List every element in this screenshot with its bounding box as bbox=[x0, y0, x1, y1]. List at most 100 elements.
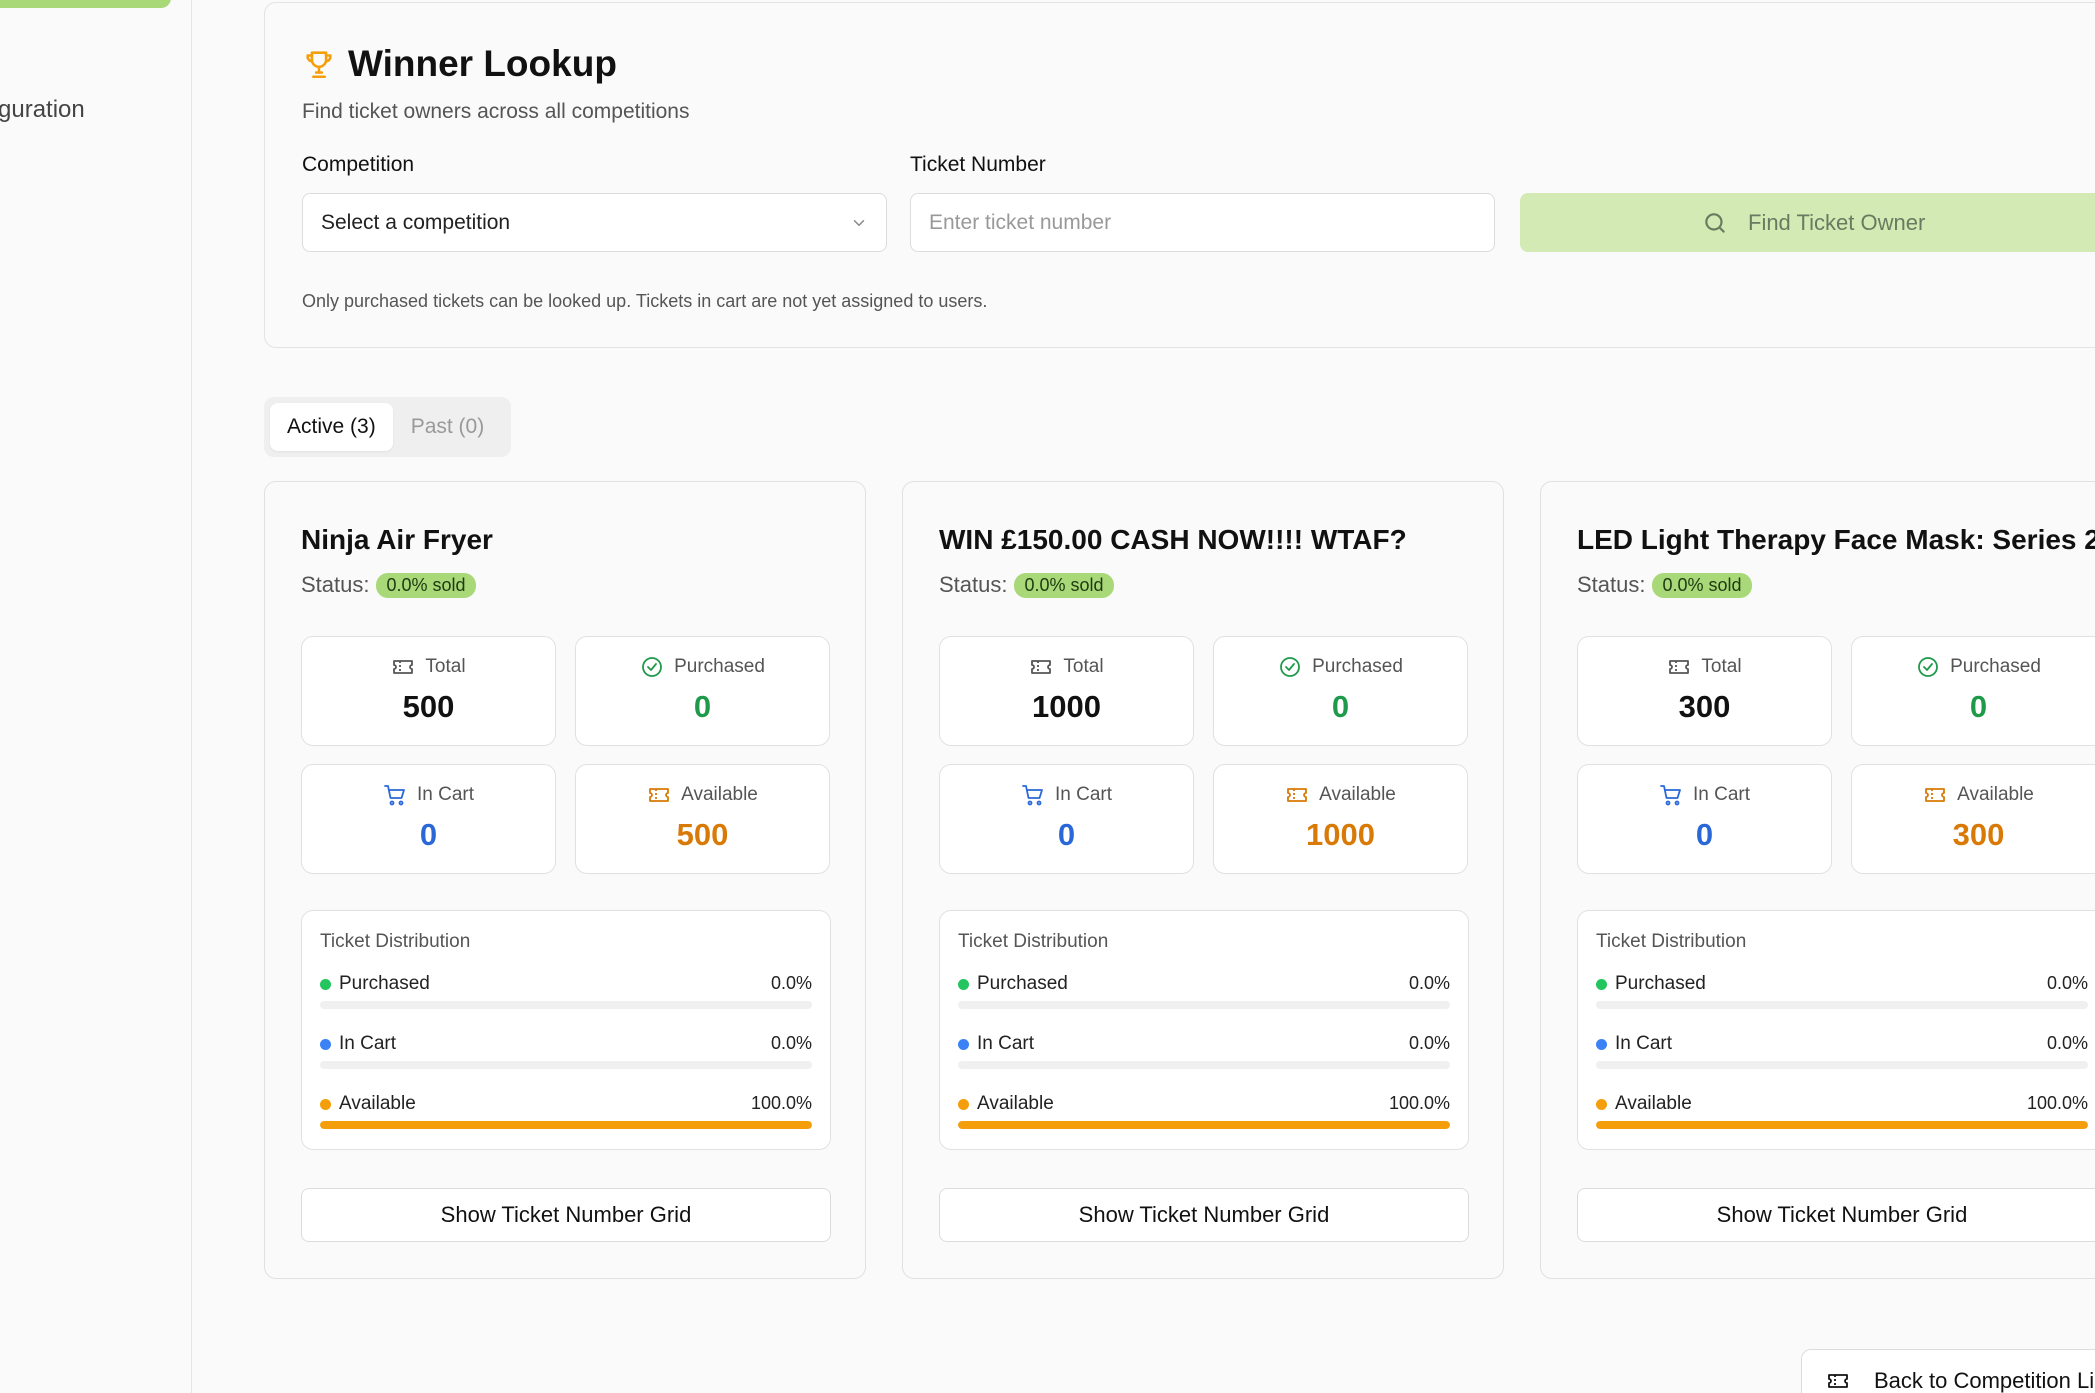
distribution-row-purchased: Purchased 0.0% bbox=[958, 973, 1450, 1013]
ticket-distribution: Ticket Distribution Purchased 0.0% In Ca… bbox=[1577, 910, 2095, 1150]
purchased-dot bbox=[958, 978, 969, 990]
page-subtitle: Find ticket owners across all competitio… bbox=[302, 100, 690, 123]
sidebar: guration bbox=[0, 0, 192, 1393]
in-cart-dot bbox=[320, 1038, 331, 1050]
stat-purchased-label: Purchased bbox=[674, 656, 765, 677]
tab-past[interactable]: Past (0) bbox=[393, 403, 502, 451]
lookup-note: Only purchased tickets can be looked up.… bbox=[302, 291, 988, 311]
stat-in-cart-label: In Cart bbox=[1692, 784, 1751, 805]
distribution-percent: 0.0% bbox=[2046, 973, 2088, 993]
available-dot bbox=[320, 1098, 331, 1110]
status-badge: 0.0% sold bbox=[1652, 572, 1752, 598]
distribution-row-purchased: Purchased 0.0% bbox=[320, 973, 812, 1013]
progress-fill-available bbox=[958, 1121, 1450, 1129]
ticket-icon bbox=[649, 788, 670, 802]
available-dot bbox=[1596, 1098, 1607, 1110]
progress-track bbox=[958, 1001, 1450, 1009]
back-button-label: Back to Competition Li bbox=[1874, 1368, 2095, 1393]
progress-track bbox=[320, 1121, 812, 1129]
stat-available-value: 1000 bbox=[1306, 817, 1375, 852]
purchased-dot bbox=[320, 978, 331, 990]
stat-in-cart-value: 0 bbox=[419, 817, 438, 852]
ticket-icon bbox=[1828, 1374, 1848, 1388]
in-cart-dot bbox=[958, 1038, 969, 1050]
available-dot bbox=[958, 1098, 969, 1110]
find-ticket-owner-label: Find Ticket Owner bbox=[1748, 209, 1926, 235]
stat-available-label: Available bbox=[1319, 784, 1396, 805]
progress-fill-available bbox=[1596, 1121, 2088, 1129]
ticket-icon bbox=[1031, 660, 1052, 674]
ticket-icon bbox=[393, 660, 414, 674]
ticket-number-input[interactable] bbox=[910, 193, 1495, 252]
progress-fill-available bbox=[320, 1121, 812, 1129]
show-ticket-grid-button[interactable]: Show Ticket Number Grid bbox=[1577, 1188, 2095, 1242]
distribution-label: Available bbox=[977, 1093, 1054, 1114]
stat-in-cart-label: In Cart bbox=[416, 784, 475, 805]
distribution-row-purchased: Purchased 0.0% bbox=[1596, 973, 2088, 1013]
stat-total-label: Total bbox=[425, 656, 466, 677]
ticket-icon bbox=[1287, 788, 1308, 802]
progress-track bbox=[958, 1061, 1450, 1069]
winner-lookup-panel: Winner Lookup Find ticket owners across … bbox=[264, 2, 2095, 348]
sidebar-active-item[interactable] bbox=[0, 0, 171, 8]
competition-label: Competition bbox=[302, 153, 415, 176]
stat-total: Total 300 bbox=[1577, 636, 1832, 746]
distribution-label: In Cart bbox=[339, 1033, 397, 1054]
distribution-label: Purchased bbox=[339, 973, 430, 994]
show-ticket-grid-button[interactable]: Show Ticket Number Grid bbox=[301, 1188, 831, 1242]
stat-in-cart: In Cart 0 bbox=[1577, 764, 1832, 874]
stat-purchased-value: 0 bbox=[693, 689, 712, 724]
search-icon bbox=[1705, 212, 1725, 233]
distribution-label: Available bbox=[1615, 1093, 1692, 1114]
back-to-competitions-button[interactable]: Back to Competition Li bbox=[1801, 1349, 2095, 1393]
sidebar-item-configuration[interactable]: guration bbox=[0, 96, 85, 124]
competition-select[interactable]: Select a competition bbox=[302, 193, 887, 252]
check-circle-icon bbox=[1280, 657, 1300, 677]
stat-in-cart: In Cart 0 bbox=[301, 764, 556, 874]
chevron-down-icon bbox=[853, 220, 865, 226]
ticket-icon bbox=[1669, 660, 1690, 674]
stat-purchased: Purchased 0 bbox=[1851, 636, 2095, 746]
show-ticket-grid-button[interactable]: Show Ticket Number Grid bbox=[939, 1188, 1469, 1242]
distribution-label: Purchased bbox=[977, 973, 1068, 994]
ticket-icon bbox=[1925, 788, 1946, 802]
progress-track bbox=[1596, 1001, 2088, 1009]
status-row: Status: 0.0% sold bbox=[301, 572, 476, 598]
distribution-percent: 100.0% bbox=[750, 1093, 812, 1113]
stat-purchased-value: 0 bbox=[1969, 689, 1988, 724]
stat-total: Total 1000 bbox=[939, 636, 1194, 746]
distribution-title: Ticket Distribution bbox=[320, 931, 471, 952]
cart-icon bbox=[1660, 785, 1681, 806]
distribution-row-in-cart: In Cart 0.0% bbox=[1596, 1033, 2088, 1073]
stat-available-value: 500 bbox=[676, 817, 729, 852]
stat-total-value: 500 bbox=[402, 689, 455, 724]
status-badge: 0.0% sold bbox=[1014, 572, 1114, 598]
check-circle-icon bbox=[642, 657, 662, 677]
distribution-label: Available bbox=[339, 1093, 416, 1114]
stat-total-value: 300 bbox=[1678, 689, 1731, 724]
purchased-dot bbox=[1596, 978, 1607, 990]
tab-active[interactable]: Active (3) bbox=[270, 403, 393, 451]
ticket-distribution: Ticket Distribution Purchased 0.0% In Ca… bbox=[301, 910, 831, 1150]
find-ticket-owner-button[interactable]: Find Ticket Owner bbox=[1520, 193, 2095, 252]
stat-in-cart-value: 0 bbox=[1057, 817, 1076, 852]
progress-track bbox=[320, 1001, 812, 1009]
stat-in-cart-value: 0 bbox=[1695, 817, 1714, 852]
distribution-title: Ticket Distribution bbox=[958, 931, 1109, 952]
competition-card: LED Light Therapy Face Mask: Series 2 St… bbox=[1540, 481, 2095, 1279]
competition-select-value: Select a competition bbox=[321, 210, 511, 234]
distribution-label: In Cart bbox=[977, 1033, 1035, 1054]
status-label: Status: bbox=[939, 572, 1008, 597]
status-row: Status: 0.0% sold bbox=[939, 572, 1114, 598]
distribution-percent: 0.0% bbox=[2046, 1033, 2088, 1053]
stat-available-label: Available bbox=[1957, 784, 2034, 805]
distribution-label: Purchased bbox=[1615, 973, 1706, 994]
competition-title: Ninja Air Fryer bbox=[301, 524, 493, 555]
stat-purchased-label: Purchased bbox=[1312, 656, 1403, 677]
status-label: Status: bbox=[1577, 572, 1646, 597]
stat-total-label: Total bbox=[1701, 656, 1742, 677]
progress-track bbox=[1596, 1061, 2088, 1069]
stat-total: Total 500 bbox=[301, 636, 556, 746]
distribution-percent: 0.0% bbox=[1408, 1033, 1450, 1053]
distribution-percent: 0.0% bbox=[1408, 973, 1450, 993]
